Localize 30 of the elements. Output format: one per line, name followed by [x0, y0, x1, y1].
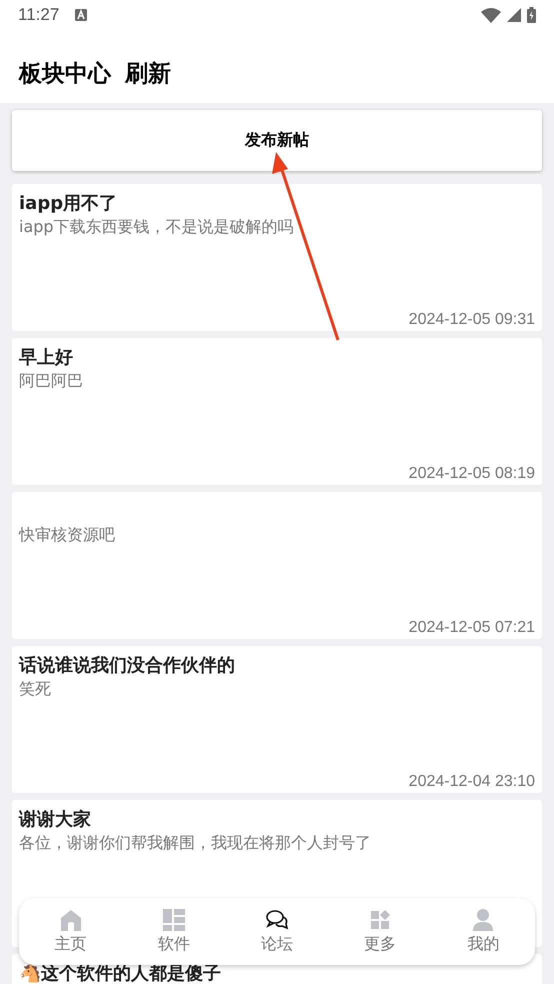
post-excerpt: 各位，谢谢你们帮我解围，我现在将那个人封号了 [19, 833, 371, 852]
new-post-button[interactable]: 发布新帖 [12, 110, 542, 171]
post-date: 2024-12-05 07:21 [408, 619, 535, 636]
post-date: 2024-12-04 23:10 [408, 773, 535, 790]
post-date: 2024-12-05 09:31 [408, 311, 535, 328]
post-date: 2024-12-05 08:19 [408, 465, 535, 482]
refresh-button[interactable]: 刷新 [125, 58, 171, 89]
post-title: 早上好 [19, 347, 73, 368]
post-title: iapp用不了 [19, 193, 118, 214]
grid-icon [162, 908, 186, 932]
post-excerpt: iapp下载东西要钱，不是说是破解的吗 [19, 217, 294, 236]
signal-icon [507, 8, 521, 22]
post-excerpt: 快审核资源吧 [19, 525, 115, 544]
post-title: 谢谢大家 [19, 809, 91, 830]
post-excerpt: 阿巴阿巴 [19, 371, 83, 390]
post-card[interactable]: 快审核资源吧 2024-12-05 07:21 [12, 492, 542, 639]
status-time: 11:27 [18, 5, 60, 25]
chat-icon [265, 908, 289, 932]
post-title: 话说谁说我们没合作伙伴的 [19, 655, 235, 676]
post-card[interactable]: iapp用不了 iapp下载东西要钱，不是说是破解的吗 2024-12-05 09:31 [12, 184, 542, 331]
page-title: 板块中心 [19, 60, 111, 89]
post-card[interactable]: 话说谁说我们没合作伙伴的 笑死 2024-12-04 23:10 [12, 646, 542, 793]
post-excerpt: 笑死 [19, 679, 51, 698]
battery-icon [527, 7, 536, 23]
house-icon [58, 908, 83, 932]
notification-icon [75, 9, 88, 21]
post-card[interactable]: 早上好 阿巴阿巴 2024-12-05 08:19 [12, 338, 542, 485]
person-icon [471, 908, 496, 932]
wifi-icon [481, 8, 501, 22]
shapes-icon [368, 908, 392, 932]
